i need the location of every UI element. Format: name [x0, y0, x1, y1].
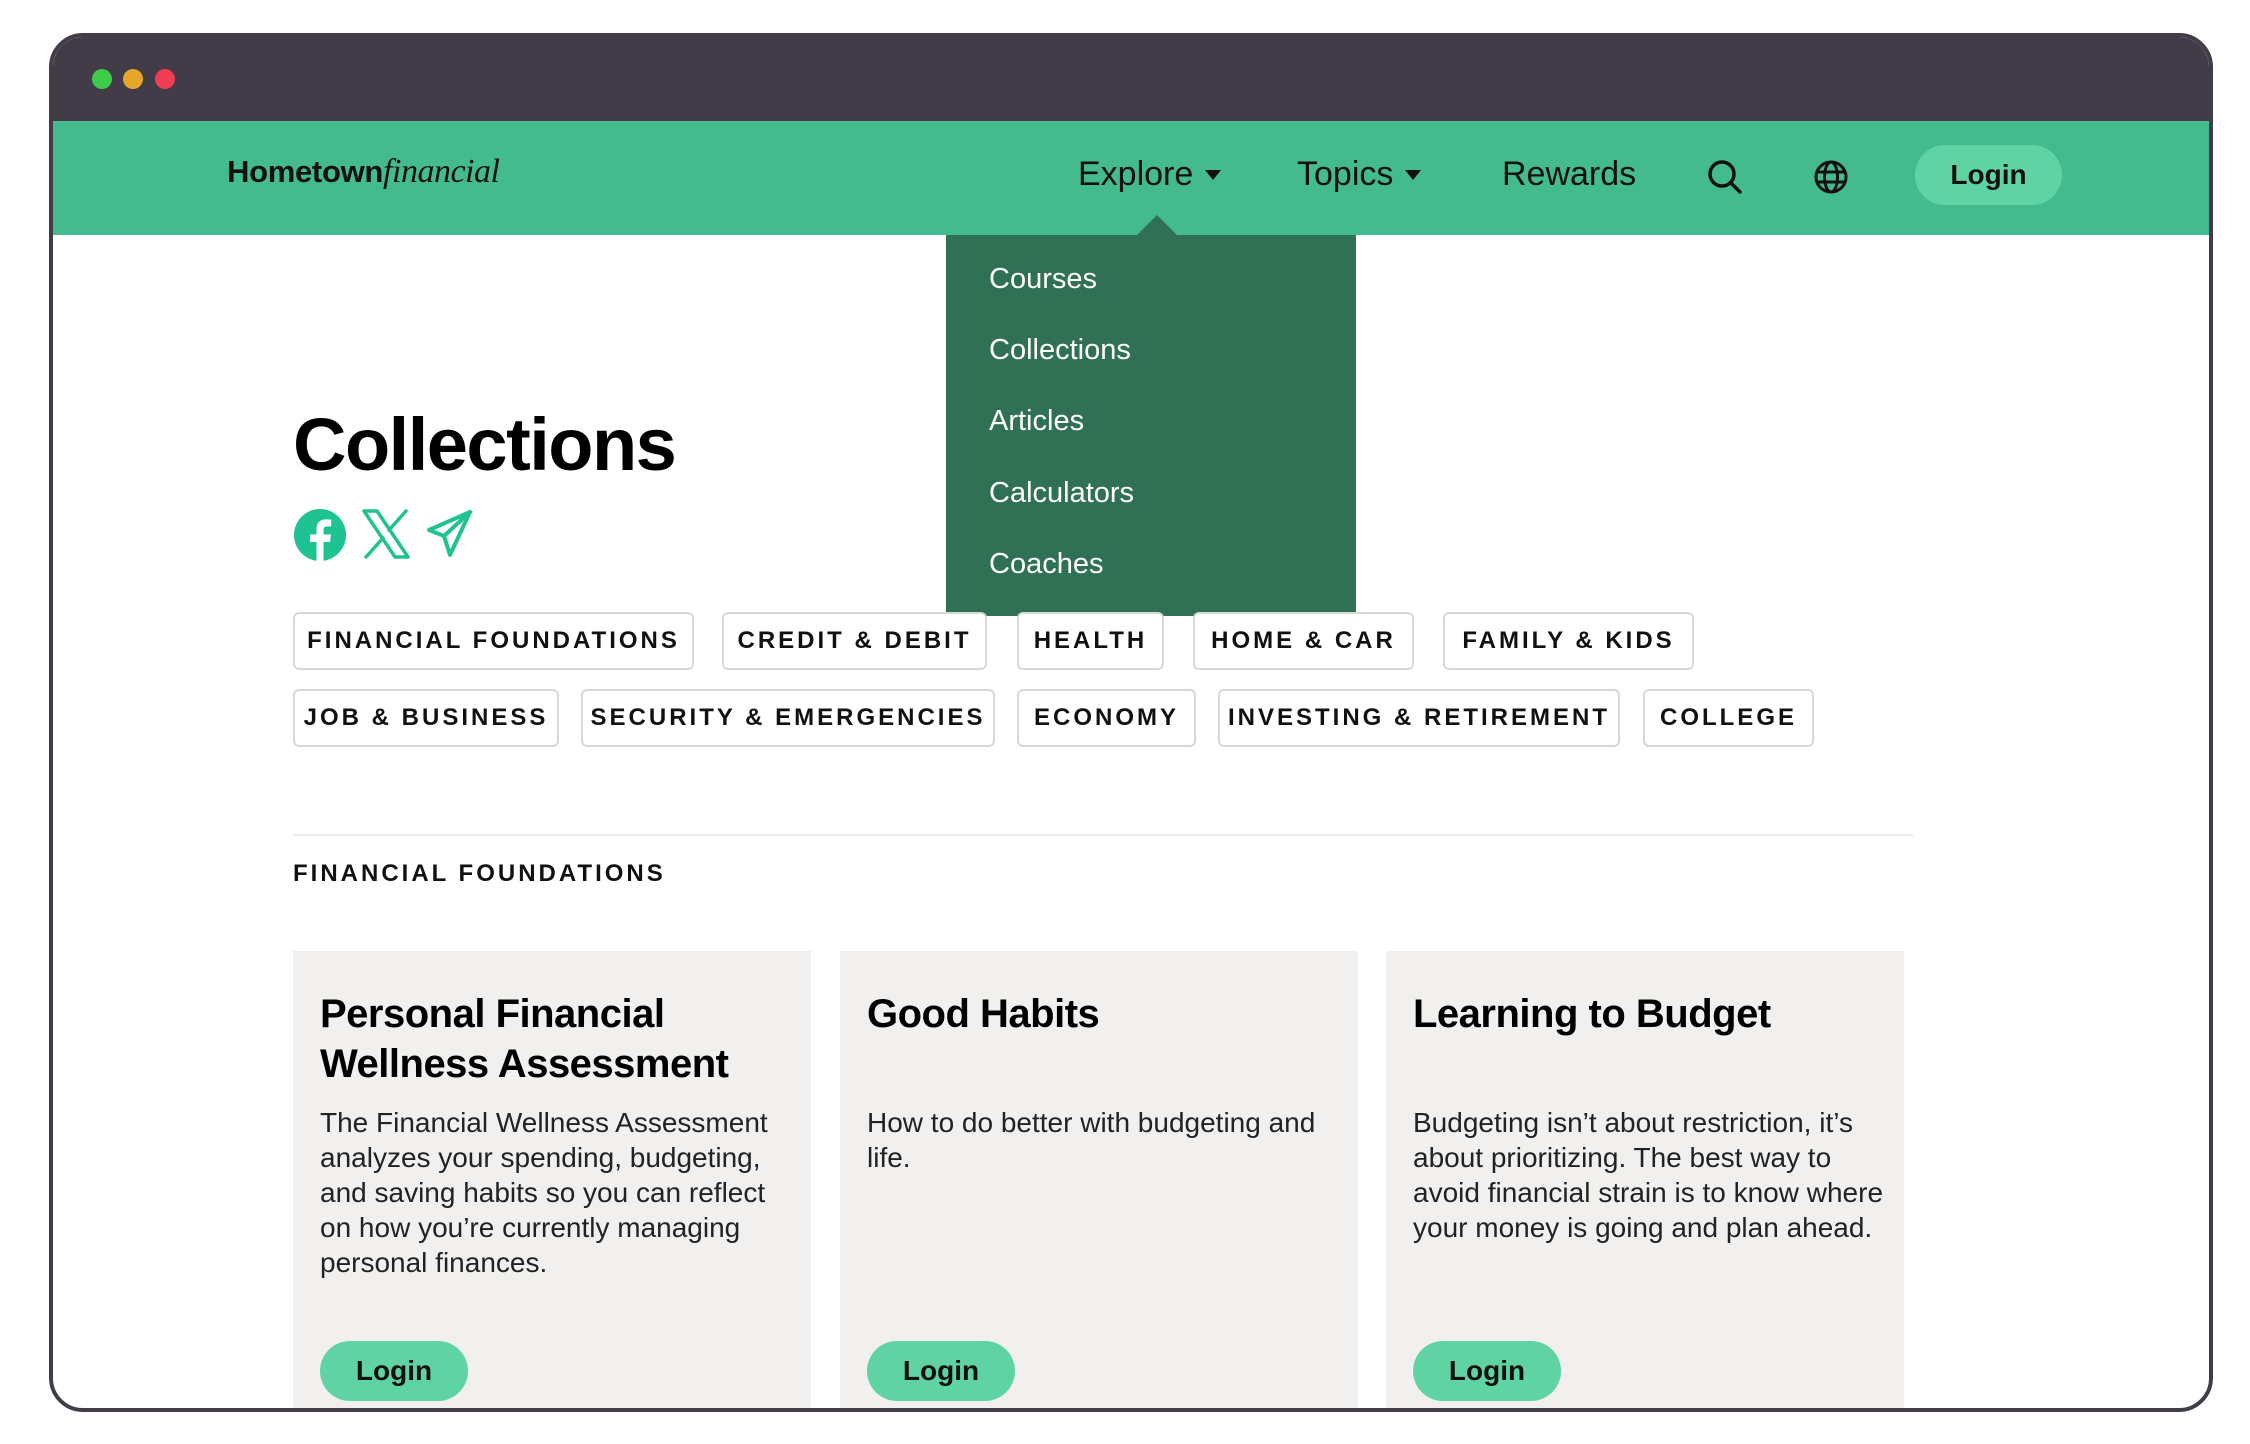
explore-dropdown-menu: Courses Collections Articles Calculators…	[946, 235, 1356, 616]
card-title: Personal Financial Wellness Assessment	[320, 992, 729, 1086]
nav-explore[interactable]: Explore	[1078, 155, 1222, 194]
site-header: Hometownfinancial Explore Topics Rewards	[53, 121, 2209, 235]
collection-card[interactable]: Good Habits How to do better with budget…	[840, 951, 1358, 1408]
brand-name-script: financial	[383, 153, 500, 190]
dropdown-pointer	[1135, 215, 1179, 237]
card-login-button[interactable]: Login	[867, 1341, 1015, 1401]
card-title: Learning to Budget	[1413, 992, 1771, 1036]
topic-chip-job-business[interactable]: JOB & BUSINESS	[293, 689, 559, 747]
card-login-button[interactable]: Login	[320, 1341, 468, 1401]
nav-topics[interactable]: Topics	[1297, 155, 1422, 194]
card-login-button[interactable]: Login	[1413, 1341, 1561, 1401]
dropdown-item-coaches[interactable]: Coaches	[989, 548, 1103, 581]
dropdown-item-collections[interactable]: Collections	[989, 334, 1131, 367]
topic-chip-investing-retirement[interactable]: INVESTING & RETIREMENT	[1218, 689, 1620, 747]
search-icon[interactable]	[1705, 157, 1745, 197]
window-maximize-button[interactable]	[92, 69, 112, 89]
facebook-icon[interactable]	[293, 508, 347, 567]
dropdown-item-calculators[interactable]: Calculators	[989, 477, 1134, 510]
window-close-button[interactable]	[155, 69, 175, 89]
window-minimize-button[interactable]	[123, 69, 143, 89]
page-title: Collections	[293, 403, 677, 486]
dropdown-item-articles[interactable]: Articles	[989, 405, 1084, 438]
topic-chip-family-kids[interactable]: FAMILY & KIDS	[1443, 612, 1694, 670]
card-description: The Financial Wellness Assessment analyz…	[320, 1107, 768, 1278]
topic-chip-economy[interactable]: ECONOMY	[1017, 689, 1196, 747]
nav-topics-label: Topics	[1297, 155, 1394, 193]
dropdown-item-courses[interactable]: Courses	[989, 263, 1097, 296]
topic-chip-security-emergencies[interactable]: SECURITY & EMERGENCIES	[581, 689, 995, 747]
nav-explore-label: Explore	[1078, 155, 1194, 193]
brand-name-bold: Hometown	[227, 154, 384, 189]
browser-window: Hometownfinancial Explore Topics Rewards	[49, 33, 2213, 1412]
collection-card[interactable]: Learning to Budget Budgeting isn’t about…	[1386, 951, 1904, 1408]
nav-rewards[interactable]: Rewards	[1502, 155, 1636, 194]
brand-logo[interactable]: Hometownfinancial	[227, 153, 500, 191]
collection-card[interactable]: Personal Financial Wellness Assessment T…	[293, 951, 811, 1408]
header-login-button[interactable]: Login	[1915, 145, 2062, 205]
caret-down-icon	[1405, 169, 1422, 180]
topic-chip-home-car[interactable]: HOME & CAR	[1193, 612, 1414, 670]
x-icon[interactable]	[361, 508, 411, 565]
caret-down-icon	[1205, 169, 1222, 180]
section-divider	[293, 834, 1913, 836]
window-titlebar	[53, 37, 2209, 121]
topic-chip-credit-debit[interactable]: CREDIT & DEBIT	[722, 612, 987, 670]
telegram-icon[interactable]	[426, 508, 474, 565]
card-description: How to do better with budgeting and life…	[867, 1107, 1316, 1173]
nav-rewards-label: Rewards	[1502, 155, 1637, 193]
card-title: Good Habits	[867, 992, 1100, 1036]
globe-icon[interactable]	[1811, 157, 1851, 197]
topic-chip-college[interactable]: COLLEGE	[1643, 689, 1814, 747]
topic-chip-financial-foundations[interactable]: FINANCIAL FOUNDATIONS	[293, 612, 694, 670]
card-description: Budgeting isn’t about restriction, it’s …	[1413, 1107, 1884, 1243]
topic-chip-health[interactable]: HEALTH	[1017, 612, 1164, 670]
section-heading: FINANCIAL FOUNDATIONS	[293, 860, 666, 887]
